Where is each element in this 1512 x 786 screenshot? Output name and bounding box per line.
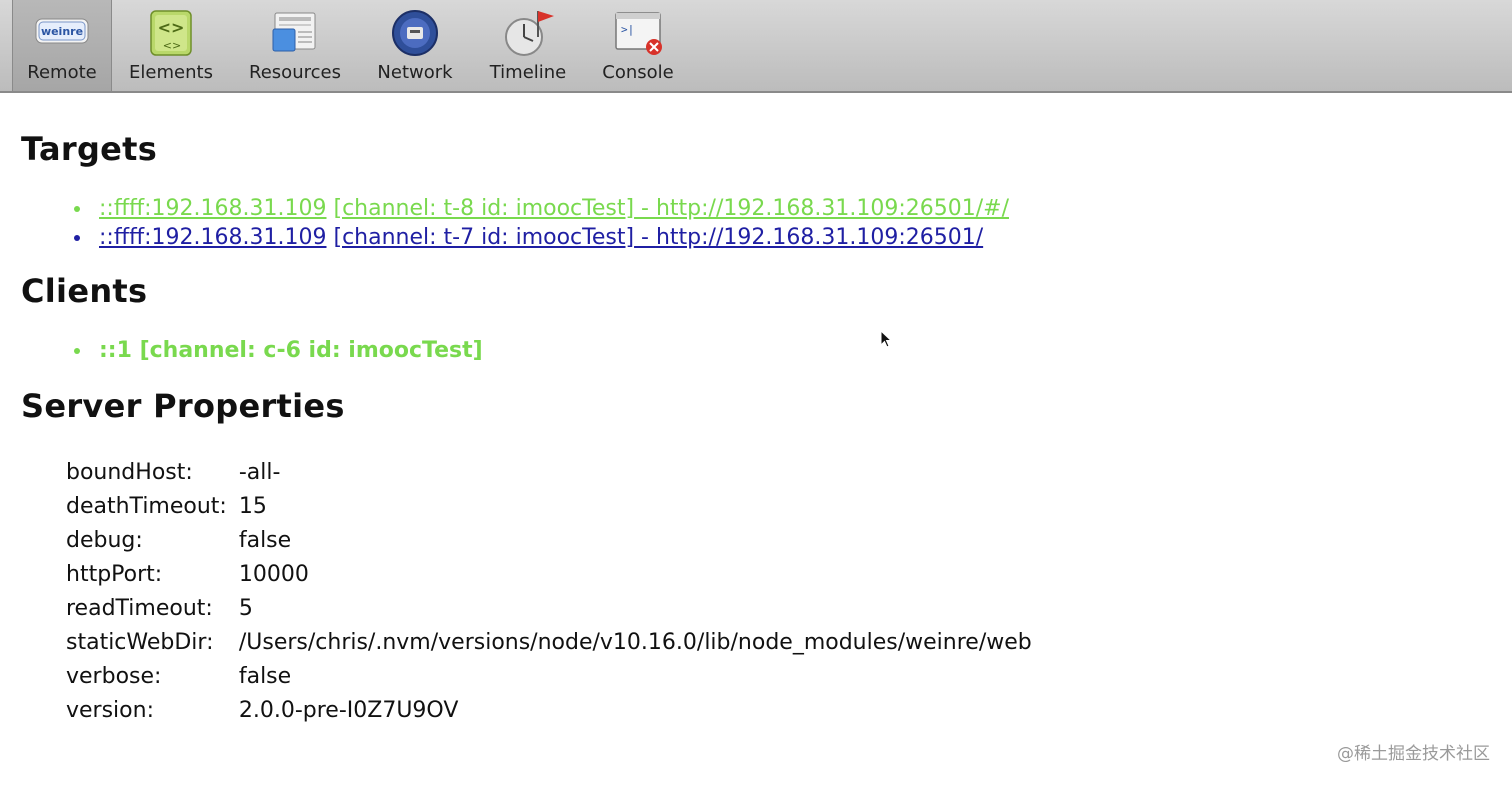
elements-icon: <> <>: [150, 10, 192, 56]
property-row: verbose: false: [66, 659, 1032, 693]
server-properties-table: boundHost: -all- deathTimeout: 15 debug: fa…: [66, 455, 1032, 727]
property-row: httpPort: 10000: [66, 557, 1032, 591]
property-key: version:: [66, 697, 154, 723]
tab-elements[interactable]: <> <> Elements: [122, 0, 220, 91]
clients-list: ::1 [channel: c-6 id: imoocTest]: [21, 336, 1491, 365]
timeline-icon: [505, 11, 554, 56]
property-value: 10000: [238, 561, 309, 587]
tab-timeline-label: Timeline: [489, 62, 567, 83]
tab-network[interactable]: Network: [368, 0, 462, 91]
network-icon: [392, 10, 438, 56]
tab-resources-label: Resources: [249, 62, 341, 83]
server-properties-heading: Server Properties: [21, 387, 345, 425]
targets-list: ::ffff:192.168.31.109 [channel: t-8 id: …: [21, 194, 1491, 252]
tab-elements-label: Elements: [129, 62, 213, 83]
weinre-logo-icon: weinre: [35, 18, 89, 44]
target-separator: -: [634, 225, 656, 250]
target-url-link[interactable]: http://192.168.31.109:26501/#/: [656, 196, 1009, 221]
property-key: httpPort:: [66, 561, 163, 587]
property-value: 5: [238, 595, 253, 621]
property-value: false: [238, 527, 292, 553]
bullet: [74, 235, 80, 241]
tab-remote[interactable]: weinre Remote: [12, 0, 112, 91]
clients-heading: Clients: [21, 272, 148, 310]
target-host-link[interactable]: ::ffff:192.168.31.109: [99, 225, 327, 250]
property-value: /Users/chris/.nvm/versions/node/v10.16.0…: [238, 629, 1032, 655]
target-separator: -: [634, 196, 656, 221]
client-item[interactable]: ::1 [channel: c-6 id: imoocTest]: [21, 336, 1491, 365]
target-channel-link[interactable]: [channel: t-8 id: imoocTest]: [334, 196, 635, 221]
targets-heading: Targets: [21, 130, 158, 168]
property-key: staticWebDir:: [66, 629, 214, 655]
tab-console-label: Console: [602, 62, 674, 83]
target-channel-link[interactable]: [channel: t-7 id: imoocTest]: [334, 225, 635, 250]
property-row: readTimeout: 5: [66, 591, 1032, 625]
bullet: [74, 206, 80, 212]
svg-text:<>: <>: [158, 18, 185, 37]
target-host-link[interactable]: ::ffff:192.168.31.109: [99, 196, 327, 221]
property-value: 15: [238, 493, 267, 519]
client-label: ::1 [channel: c-6 id: imoocTest]: [99, 338, 483, 363]
remote-panel: Targets ::ffff:192.168.31.109 [channel: …: [21, 130, 1491, 727]
property-key: readTimeout:: [66, 595, 213, 621]
target-item: ::ffff:192.168.31.109 [channel: t-7 id: …: [21, 223, 1491, 252]
console-icon: >|: [615, 12, 662, 55]
property-row: staticWebDir: /Users/chris/.nvm/versions/…: [66, 625, 1032, 659]
tab-network-label: Network: [377, 62, 453, 83]
tab-resources[interactable]: Resources: [240, 0, 350, 91]
property-row: boundHost: -all-: [66, 455, 1032, 489]
target-item: ::ffff:192.168.31.109 [channel: t-8 id: …: [21, 194, 1491, 223]
weinre-logo-text: weinre: [41, 25, 83, 38]
toolbar: weinre Remote <> <> Elements Resources N…: [0, 0, 1512, 93]
property-value: -all-: [238, 459, 281, 485]
bullet: [74, 348, 80, 354]
watermark: @稀土掘金技术社区: [1337, 744, 1490, 764]
property-key: boundHost:: [66, 459, 193, 485]
property-row: version: 2.0.0-pre-I0Z7U9OV: [66, 693, 1032, 727]
property-key: verbose:: [66, 663, 162, 689]
tab-timeline[interactable]: Timeline: [478, 0, 578, 91]
svg-text:<>: <>: [163, 39, 181, 52]
property-value: false: [238, 663, 292, 689]
svg-text:>|: >|: [621, 23, 634, 36]
resources-icon: [272, 12, 316, 52]
tab-remote-label: Remote: [27, 62, 97, 83]
property-key: deathTimeout:: [66, 493, 227, 519]
property-key: debug:: [66, 527, 143, 553]
property-row: debug: false: [66, 523, 1032, 557]
mouse-pointer-icon: [880, 330, 893, 348]
property-value: 2.0.0-pre-I0Z7U9OV: [238, 697, 459, 723]
target-url-link[interactable]: http://192.168.31.109:26501/: [656, 225, 983, 250]
property-row: deathTimeout: 15: [66, 489, 1032, 523]
tab-console[interactable]: >| Console: [592, 0, 684, 91]
